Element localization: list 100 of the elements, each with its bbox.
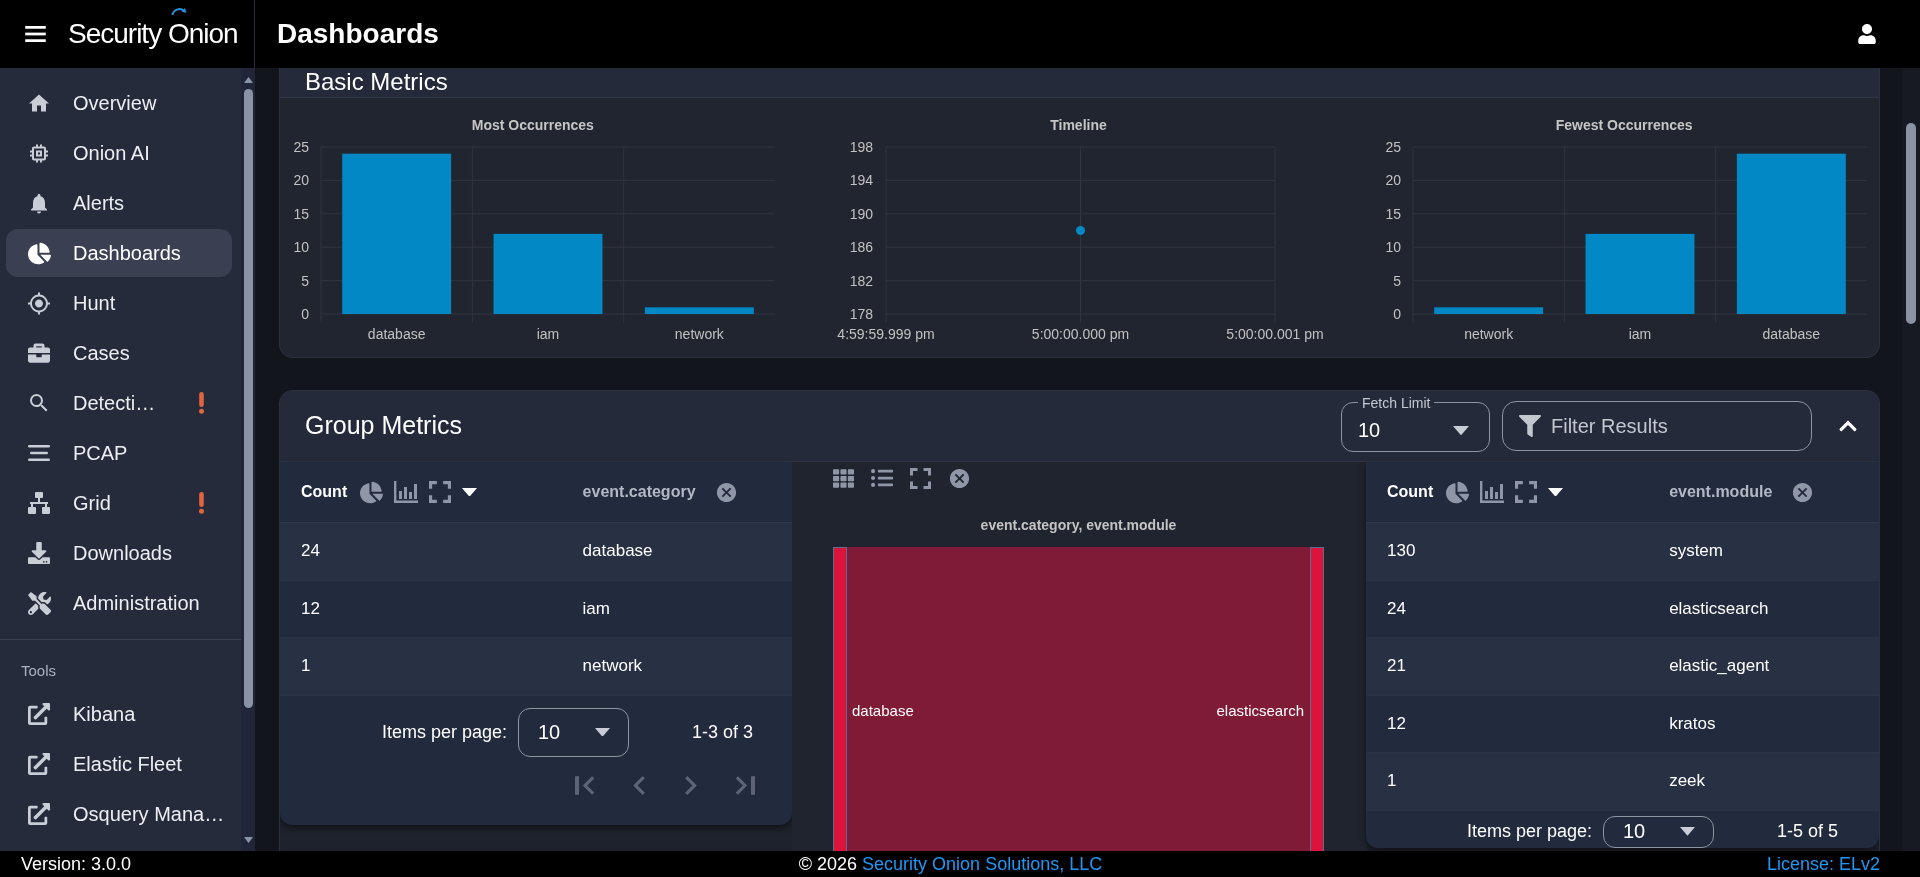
axis-tick-label: 5 (1392, 272, 1401, 289)
bar-chart-icon[interactable] (394, 481, 419, 503)
external-link-icon (28, 803, 50, 825)
pie-chart-icon[interactable] (1446, 480, 1470, 504)
table-cell-text: zeek (1668, 770, 1707, 793)
scrollbar-thumb[interactable] (1906, 123, 1916, 324)
nav-item[interactable]: Cases (6, 329, 232, 377)
section-label: Tools (20, 661, 58, 681)
axis-label: database (368, 326, 426, 342)
axis-tick-label: 10 (1385, 239, 1401, 256)
axis-tick-label: 194 (849, 172, 873, 189)
swirl-icon (171, 7, 187, 16)
menu-icon[interactable] (25, 26, 46, 42)
table-cell-text: 24 (1386, 597, 1407, 620)
chart-title: Fewest Occurrences (1555, 116, 1693, 134)
tools-icon (27, 591, 51, 615)
company-link[interactable]: Security Onion Solutions, LLC (862, 854, 1103, 874)
axis-tick-label: 0 (301, 306, 310, 322)
table-cell-text: elasticsearch (1668, 597, 1770, 620)
items-per-page-select[interactable]: 10 (1602, 815, 1714, 848)
table-cell-text: kratos (1668, 712, 1717, 735)
axis-label: database (1762, 326, 1820, 342)
column-header: event.module (1669, 483, 1773, 501)
axis-label: network (1463, 326, 1513, 342)
copyright-text: © 2026 Security Onion Solutions, LLC (798, 854, 1103, 874)
fullscreen-icon[interactable] (1515, 481, 1538, 503)
pie-chart-icon[interactable] (360, 480, 384, 504)
axis-tick-label: 20 (1385, 172, 1401, 189)
close-icon[interactable] (714, 480, 738, 504)
card-title: Basic Metrics (305, 69, 448, 96)
axis-tick-label: 0 (1392, 306, 1401, 322)
caret-down-icon (1453, 425, 1469, 436)
items-per-page-select[interactable]: 10 (517, 707, 629, 757)
table-cell-text: 1 (1386, 770, 1398, 793)
external-link-icon (28, 703, 50, 725)
briefcase-icon (28, 342, 50, 364)
axis-label: iam (1628, 326, 1651, 342)
lines-icon (28, 445, 50, 461)
nav-item[interactable]: Osquery Mana… (6, 790, 232, 838)
download-icon (28, 542, 50, 564)
table-cell-text: 24 (300, 540, 321, 563)
axis-tick-label: 10 (293, 239, 310, 256)
axis-tick-label: 25 (1385, 139, 1401, 155)
nav-item[interactable]: Onion AI (6, 129, 232, 177)
nav-item[interactable]: PCAP (6, 429, 232, 477)
grid-icon[interactable] (833, 467, 854, 489)
table-cell-text: 12 (300, 597, 321, 620)
brand-name: Security Onion (68, 20, 238, 48)
close-icon[interactable] (948, 466, 971, 490)
axis-tick-label: 20 (293, 172, 310, 189)
page-title: Dashboards (276, 18, 439, 50)
axis-tick-label: 15 (293, 205, 310, 222)
nav-item[interactable]: Overview (6, 79, 232, 127)
external-link-icon (28, 753, 50, 775)
nav-item[interactable]: Dashboards (6, 229, 232, 277)
nav-item[interactable]: Grid (6, 479, 232, 527)
chart-title: Most Occurrences (471, 116, 594, 134)
nav-item[interactable]: Alerts (6, 179, 232, 227)
bar-chart-icon[interactable] (1480, 481, 1505, 503)
table-cell-text: iam (581, 597, 611, 620)
table-cell-text: elastic_agent (1668, 655, 1771, 678)
data-point (1076, 226, 1085, 235)
fetch-limit-select[interactable]: Fetch Limit 10 (1341, 394, 1490, 452)
nav-item[interactable]: Administration (6, 579, 232, 627)
scrollbar-thumb[interactable] (243, 89, 253, 708)
table-cell-text: 21 (1386, 655, 1407, 678)
nav-item[interactable]: Kibana (6, 690, 232, 738)
pagination-range: 1-5 of 5 (1776, 821, 1838, 842)
axis-tick-label: 5 (301, 272, 310, 289)
axis-tick-label: 190 (849, 205, 873, 222)
nav-item[interactable]: Elastic Fleet (6, 740, 232, 788)
caret-down-icon[interactable] (462, 487, 478, 497)
axis-label: 5:00:00.001 pm (1226, 326, 1323, 342)
caret-down-icon (1679, 827, 1695, 836)
column-header: Count (301, 483, 348, 501)
fullscreen-icon[interactable] (910, 467, 931, 489)
filter-icon (1519, 415, 1541, 437)
scroll-up-icon[interactable] (243, 77, 253, 83)
card-title: Group Metrics (305, 412, 463, 440)
caret-down-icon (594, 727, 610, 737)
items-per-page-label: Items per page: (1466, 821, 1592, 842)
close-icon[interactable] (1791, 480, 1815, 504)
fullscreen-icon[interactable] (429, 481, 452, 503)
filter-field[interactable]: Filter Results (1502, 401, 1812, 451)
license-link[interactable]: License: ELv2 (1766, 854, 1880, 874)
axis-tick-label: 198 (849, 139, 873, 155)
table-cell-text: 12 (1386, 712, 1407, 735)
table-cell-text: system (1668, 540, 1724, 563)
user-icon[interactable] (1857, 24, 1877, 44)
caret-down-icon[interactable] (1548, 487, 1564, 497)
axis-label: 4:59:59.999 pm (837, 326, 935, 342)
version-text: Version: 3.0.0 (21, 854, 132, 874)
chart-title: event.category, event.module (979, 516, 1178, 534)
nav-item[interactable]: Downloads (6, 529, 232, 577)
nav-item[interactable]: Hunt (6, 279, 232, 327)
items-per-page-label: Items per page: (381, 721, 507, 743)
scroll-down-icon[interactable] (243, 837, 253, 843)
axis-label: network (675, 326, 725, 342)
nav-item[interactable]: Detecti… (6, 379, 232, 427)
list-icon[interactable] (871, 467, 893, 489)
